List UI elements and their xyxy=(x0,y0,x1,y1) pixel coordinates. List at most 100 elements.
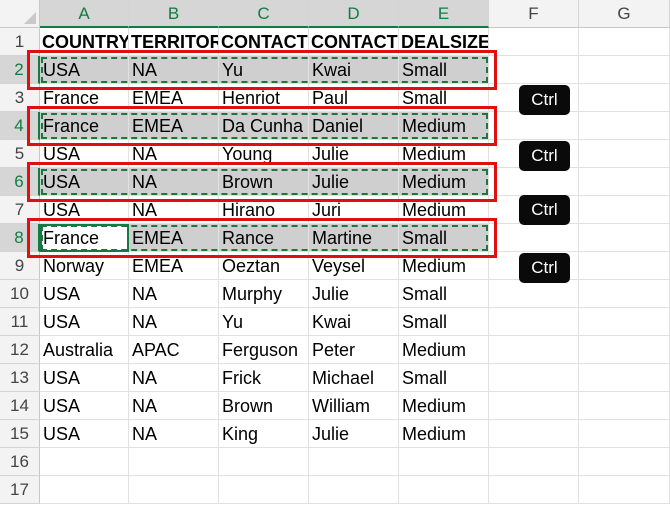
cell-g9[interactable] xyxy=(579,252,670,280)
cell-c5[interactable]: Young xyxy=(219,140,309,168)
cell-g10[interactable] xyxy=(579,280,670,308)
cell-f13[interactable] xyxy=(489,364,579,392)
cell-b3[interactable]: EMEA xyxy=(129,84,219,112)
cell-c15[interactable]: King xyxy=(219,420,309,448)
cell-a14[interactable]: USA xyxy=(40,392,129,420)
cell-b2[interactable]: NA xyxy=(129,56,219,84)
cell-b8[interactable]: EMEA xyxy=(129,224,219,252)
cell-d3[interactable]: Paul xyxy=(309,84,399,112)
cell-b15[interactable]: NA xyxy=(129,420,219,448)
cell-b6[interactable]: NA xyxy=(129,168,219,196)
column-header-a[interactable]: A xyxy=(40,0,129,28)
cell-a17[interactable] xyxy=(40,476,129,504)
cell-g5[interactable] xyxy=(579,140,670,168)
cell-c13[interactable]: Frick xyxy=(219,364,309,392)
cell-e3[interactable]: Small xyxy=(399,84,489,112)
cell-a11[interactable]: USA xyxy=(40,308,129,336)
cell-f1[interactable] xyxy=(489,28,579,56)
row-header-3[interactable]: 3 xyxy=(0,84,40,112)
cell-e9[interactable]: Medium xyxy=(399,252,489,280)
cell-a16[interactable] xyxy=(40,448,129,476)
cell-f8[interactable] xyxy=(489,224,579,252)
cell-g14[interactable] xyxy=(579,392,670,420)
cell-a12[interactable]: Australia xyxy=(40,336,129,364)
cell-d12[interactable]: Peter xyxy=(309,336,399,364)
column-header-c[interactable]: C xyxy=(219,0,309,28)
cell-g12[interactable] xyxy=(579,336,670,364)
cell-g15[interactable] xyxy=(579,420,670,448)
cell-f15[interactable] xyxy=(489,420,579,448)
cell-e6[interactable]: Medium xyxy=(399,168,489,196)
cell-a15[interactable]: USA xyxy=(40,420,129,448)
row-header-13[interactable]: 13 xyxy=(0,364,40,392)
cell-a5[interactable]: USA xyxy=(40,140,129,168)
cell-g11[interactable] xyxy=(579,308,670,336)
row-header-12[interactable]: 12 xyxy=(0,336,40,364)
cell-g3[interactable] xyxy=(579,84,670,112)
row-header-9[interactable]: 9 xyxy=(0,252,40,280)
cell-a9[interactable]: Norway xyxy=(40,252,129,280)
cell-f17[interactable] xyxy=(489,476,579,504)
cell-d1[interactable]: CONTACTFIRSTNAME xyxy=(309,28,399,56)
cell-d2[interactable]: Kwai xyxy=(309,56,399,84)
cell-f6[interactable] xyxy=(489,168,579,196)
cell-d4[interactable]: Daniel xyxy=(309,112,399,140)
cell-c14[interactable]: Brown xyxy=(219,392,309,420)
cell-a8[interactable]: France xyxy=(40,224,129,252)
cell-g4[interactable] xyxy=(579,112,670,140)
cell-f12[interactable] xyxy=(489,336,579,364)
cell-f10[interactable] xyxy=(489,280,579,308)
cell-e7[interactable]: Medium xyxy=(399,196,489,224)
cell-e2[interactable]: Small xyxy=(399,56,489,84)
row-header-15[interactable]: 15 xyxy=(0,420,40,448)
cell-a2[interactable]: USA xyxy=(40,56,129,84)
cell-b14[interactable]: NA xyxy=(129,392,219,420)
cell-f11[interactable] xyxy=(489,308,579,336)
cell-c1[interactable]: CONTACTLASTNAME xyxy=(219,28,309,56)
cell-c8[interactable]: Rance xyxy=(219,224,309,252)
cell-e10[interactable]: Small xyxy=(399,280,489,308)
cell-g13[interactable] xyxy=(579,364,670,392)
cell-e15[interactable]: Medium xyxy=(399,420,489,448)
column-header-e[interactable]: E xyxy=(399,0,489,28)
cell-b17[interactable] xyxy=(129,476,219,504)
cell-c2[interactable]: Yu xyxy=(219,56,309,84)
cell-c16[interactable] xyxy=(219,448,309,476)
row-header-8[interactable]: 8 xyxy=(0,224,40,252)
cell-d9[interactable]: Veysel xyxy=(309,252,399,280)
cell-e16[interactable] xyxy=(399,448,489,476)
cell-b1[interactable]: TERRITORY xyxy=(129,28,219,56)
cell-f2[interactable] xyxy=(489,56,579,84)
cell-a6[interactable]: USA xyxy=(40,168,129,196)
cell-d5[interactable]: Julie xyxy=(309,140,399,168)
cell-d6[interactable]: Julie xyxy=(309,168,399,196)
row-header-16[interactable]: 16 xyxy=(0,448,40,476)
select-all-corner[interactable] xyxy=(0,0,40,28)
row-header-7[interactable]: 7 xyxy=(0,196,40,224)
cell-c3[interactable]: Henriot xyxy=(219,84,309,112)
cell-d8[interactable]: Martine xyxy=(309,224,399,252)
row-header-5[interactable]: 5 xyxy=(0,140,40,168)
row-header-10[interactable]: 10 xyxy=(0,280,40,308)
cell-b16[interactable] xyxy=(129,448,219,476)
cell-a13[interactable]: USA xyxy=(40,364,129,392)
row-header-2[interactable]: 2 xyxy=(0,56,40,84)
cell-g8[interactable] xyxy=(579,224,670,252)
cell-g2[interactable] xyxy=(579,56,670,84)
cell-b13[interactable]: NA xyxy=(129,364,219,392)
cell-d16[interactable] xyxy=(309,448,399,476)
column-header-g[interactable]: G xyxy=(579,0,670,28)
cell-c10[interactable]: Murphy xyxy=(219,280,309,308)
cell-c6[interactable]: Brown xyxy=(219,168,309,196)
cell-g1[interactable] xyxy=(579,28,670,56)
cell-a1[interactable]: COUNTRY xyxy=(40,28,129,56)
cell-b11[interactable]: NA xyxy=(129,308,219,336)
cell-d14[interactable]: William xyxy=(309,392,399,420)
cell-b7[interactable]: NA xyxy=(129,196,219,224)
row-header-6[interactable]: 6 xyxy=(0,168,40,196)
cell-e13[interactable]: Small xyxy=(399,364,489,392)
cell-f16[interactable] xyxy=(489,448,579,476)
row-header-4[interactable]: 4 xyxy=(0,112,40,140)
column-header-d[interactable]: D xyxy=(309,0,399,28)
cell-d7[interactable]: Juri xyxy=(309,196,399,224)
